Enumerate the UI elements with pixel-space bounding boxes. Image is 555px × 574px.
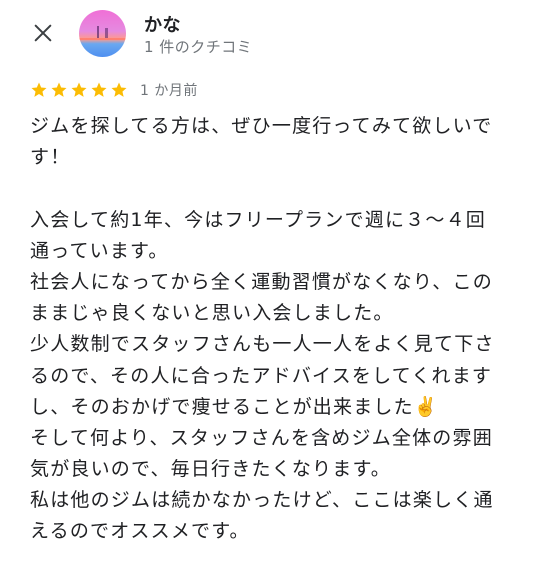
review-page: かな 1 件のクチコミ 1 か月前 ジムを探してる方は、ぜひ一度行ってみて欲しい… — [0, 0, 555, 574]
close-button[interactable] — [28, 18, 58, 48]
close-icon — [34, 24, 52, 42]
review-line: す！ — [30, 146, 71, 169]
star-icon — [111, 82, 127, 97]
review-line: 社会人になってから全く運動習慣がなくなり、この — [30, 270, 493, 293]
review-line: 私は他のジムは続かなかったけど、ここは楽しく通 — [30, 489, 494, 512]
avatar-image — [79, 10, 126, 57]
review-line: ジムを探してる方は、ぜひ一度行ってみて欲しいで — [30, 115, 493, 137]
review-line: し、そのおかげで痩せることが出来ました✌️ — [30, 395, 439, 418]
star-icon — [51, 82, 67, 97]
review-line: そして何より、スタッフさんを含めジム全体の雰囲 — [30, 426, 493, 449]
reviewer-name[interactable]: かな — [144, 11, 181, 37]
review-date: 1 か月前 — [140, 83, 198, 99]
review-line: 通っています。 — [30, 239, 169, 262]
avatar[interactable] — [79, 10, 126, 57]
review-line: 少人数制でスタッフさんも一人一人をよく見て下さ — [30, 333, 495, 356]
review-line — [30, 173, 530, 204]
rating-row: 1 か月前 — [30, 80, 198, 100]
star-icon — [91, 82, 107, 97]
star-rating — [30, 81, 128, 99]
review-line: 気が良いので、毎日行きたくなります。 — [30, 458, 391, 481]
review-count: 1 件のクチコミ — [144, 38, 253, 56]
review-line: えるのでオススメです。 — [30, 520, 250, 543]
review-line: るので、その人に合ったアドバイスをしてくれます — [30, 364, 493, 387]
star-icon — [31, 82, 47, 97]
review-line: ままじゃ良くないと思い入会しました。 — [30, 302, 394, 325]
review-text: ジムを探してる方は、ぜひ一度行ってみて欲しいで す！ 入会して約1年、今はフリープラ… — [30, 111, 530, 548]
review-line: 入会して約1年、今はフリープランで週に３〜４回 — [30, 208, 486, 231]
star-icon — [71, 82, 87, 97]
